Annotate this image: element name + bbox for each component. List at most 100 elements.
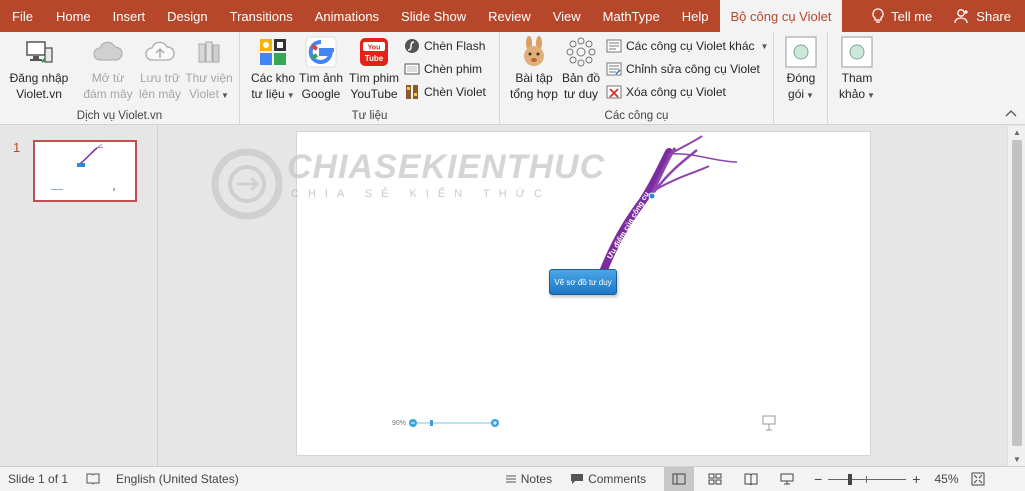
- collapse-ribbon-button[interactable]: [1005, 108, 1017, 120]
- login-violet-button[interactable]: Đăng nhập Violet.vn: [6, 36, 72, 102]
- mindmap-zoom-percent: 90%: [392, 419, 407, 427]
- spell-check-status[interactable]: [86, 473, 100, 485]
- chevron-down-icon: ▼: [806, 91, 814, 100]
- delete-tools-label: Xóa công cụ Violet: [626, 85, 726, 99]
- tab-help[interactable]: Help: [671, 0, 720, 32]
- thumbnail-preview: [51, 143, 115, 191]
- youtube-line2: YouTube: [350, 87, 398, 101]
- insert-violet-button[interactable]: Chèn Violet: [404, 82, 486, 102]
- tab-violet-tools[interactable]: Bộ công cụ Violet: [719, 0, 843, 32]
- tools-list-icon: [606, 38, 622, 54]
- svg-text:Tube: Tube: [365, 54, 384, 63]
- share-button[interactable]: Share: [943, 0, 1025, 32]
- reading-view-button[interactable]: [736, 467, 766, 491]
- zoom-level[interactable]: 45%: [934, 472, 958, 486]
- reference-button[interactable]: Tham khảo ▼: [836, 36, 878, 104]
- mindmap-button[interactable]: Bản đồ tư duy: [560, 36, 602, 102]
- edit-list-icon: [606, 61, 622, 77]
- notes-label: Notes: [520, 472, 553, 486]
- tab-animations[interactable]: Animations: [304, 0, 390, 32]
- slide-sorter-button[interactable]: [700, 467, 730, 491]
- group-violet-services: Đăng nhập Violet.vn Mở từ đám mây Lưu tr…: [0, 32, 240, 125]
- normal-view-button[interactable]: [664, 466, 695, 491]
- tab-mathtype[interactable]: MathType: [592, 0, 671, 32]
- group-label-tools: Các công cụ: [604, 110, 669, 122]
- slide-info-text: Slide 1 of 1: [8, 472, 69, 486]
- scroll-down-icon[interactable]: ▼: [1008, 455, 1025, 464]
- plus-icon: +: [912, 471, 921, 487]
- slide-info: Slide 1 of 1: [8, 472, 78, 486]
- google-images-button[interactable]: Tìm ảnh Google: [297, 36, 345, 102]
- tab-view[interactable]: View: [542, 0, 592, 32]
- edit-tools-label: Chỉnh sửa công cụ Violet: [626, 62, 760, 76]
- other-tools-button[interactable]: Các công cụ Violet khác ▼: [606, 36, 768, 56]
- language-status[interactable]: English (United States): [116, 472, 239, 486]
- tab-review[interactable]: Review: [477, 0, 542, 32]
- package-line2-text: gói: [788, 87, 805, 101]
- youtube-icon: You Tube: [358, 36, 390, 68]
- google-images-line2: Google: [301, 87, 341, 101]
- slide-thumbnail-panel: 1: [0, 126, 158, 466]
- slideshow-button[interactable]: [772, 467, 802, 491]
- edit-tools-button[interactable]: Chỉnh sửa công cụ Violet: [606, 59, 760, 79]
- slide-thumbnail[interactable]: [33, 140, 137, 202]
- insert-movie-button[interactable]: Chèn phim: [404, 59, 482, 79]
- repositories-button[interactable]: Các kho tư liệu ▼: [248, 36, 298, 104]
- mindmap-central-node[interactable]: Vẽ sơ đồ tư duy: [549, 269, 617, 295]
- youtube-button[interactable]: You Tube Tìm phim YouTube: [345, 36, 403, 102]
- insert-flash-button[interactable]: Chèn Flash: [404, 36, 485, 56]
- chevron-up-icon: [1005, 110, 1017, 117]
- mindmap-node-label: Vẽ sơ đồ tư duy: [554, 277, 612, 287]
- notes-button[interactable]: Notes: [505, 472, 552, 486]
- delete-tools-button[interactable]: Xóa công cụ Violet: [606, 82, 726, 102]
- books-icon: [193, 36, 225, 68]
- slide-canvas[interactable]: CHIASEKIENTHUC CHIA SẺ KIẾN THỨC Ưu điểm…: [211, 131, 871, 456]
- scroll-up-icon[interactable]: ▲: [1008, 128, 1025, 137]
- package-button[interactable]: Đóng gói ▼: [780, 36, 822, 104]
- vertical-scrollbar[interactable]: ▲ ▼: [1007, 126, 1025, 466]
- tab-file[interactable]: File: [0, 0, 45, 32]
- tab-home[interactable]: Home: [45, 0, 102, 32]
- zoom-slider-thumb[interactable]: [848, 474, 853, 485]
- exercises-button[interactable]: Bài tập tổng hợp: [506, 36, 562, 102]
- zoom-out-button[interactable]: −: [814, 471, 822, 487]
- language-text: English (United States): [116, 472, 239, 486]
- tab-transitions[interactable]: Transitions: [219, 0, 304, 32]
- tell-me-box[interactable]: Tell me: [860, 0, 943, 32]
- save-cloud-button[interactable]: Lưu trữ lên mây: [136, 36, 184, 102]
- fit-to-window-button[interactable]: [971, 472, 985, 486]
- tab-design[interactable]: Design: [156, 0, 218, 32]
- zoom-slider[interactable]: [828, 473, 907, 485]
- reference-line1: Tham: [841, 71, 873, 85]
- computer-icon: [23, 36, 55, 68]
- open-cloud-line2: đám mây: [83, 87, 133, 101]
- mindmap-line2: tư duy: [563, 87, 599, 101]
- zoom-in-button[interactable]: +: [912, 471, 920, 487]
- ribbon: Đăng nhập Violet.vn Mở từ đám mây Lưu tr…: [0, 32, 1025, 125]
- reference-line2: khảo ▼: [836, 86, 878, 104]
- comments-button[interactable]: Comments: [570, 472, 646, 486]
- exercises-line2: tổng hợp: [510, 87, 558, 101]
- open-cloud-button[interactable]: Mở từ đám mây: [80, 36, 136, 102]
- group-reference: Tham khảo ▼: [828, 32, 884, 125]
- lightbulb-icon: [872, 8, 884, 23]
- group-package: Đóng gói ▼: [774, 32, 828, 125]
- book-check-icon: [86, 473, 100, 485]
- repositories-line2: tư liệu ▼: [248, 86, 298, 104]
- library-line2: Violet ▼: [184, 86, 234, 104]
- google-images-line1: Tìm ảnh: [298, 71, 343, 85]
- library-line2-text: Violet: [189, 87, 219, 101]
- zoom-slider-track: [828, 479, 907, 480]
- slide-number: 1: [13, 140, 21, 155]
- presentation-icon[interactable]: [762, 415, 776, 431]
- library-button[interactable]: Thư viện Violet ▼: [184, 36, 234, 104]
- package-line2: gói ▼: [780, 86, 822, 104]
- tab-slide-show[interactable]: Slide Show: [390, 0, 477, 32]
- repositories-line2-text: tư liệu: [251, 87, 285, 101]
- flash-icon: [404, 38, 420, 54]
- mindmap-zoom-slider[interactable]: [408, 418, 500, 428]
- svg-text:You: You: [368, 45, 381, 52]
- tab-insert[interactable]: Insert: [102, 0, 157, 32]
- scrollbar-thumb[interactable]: [1012, 140, 1022, 446]
- insert-flash-label: Chèn Flash: [424, 39, 486, 53]
